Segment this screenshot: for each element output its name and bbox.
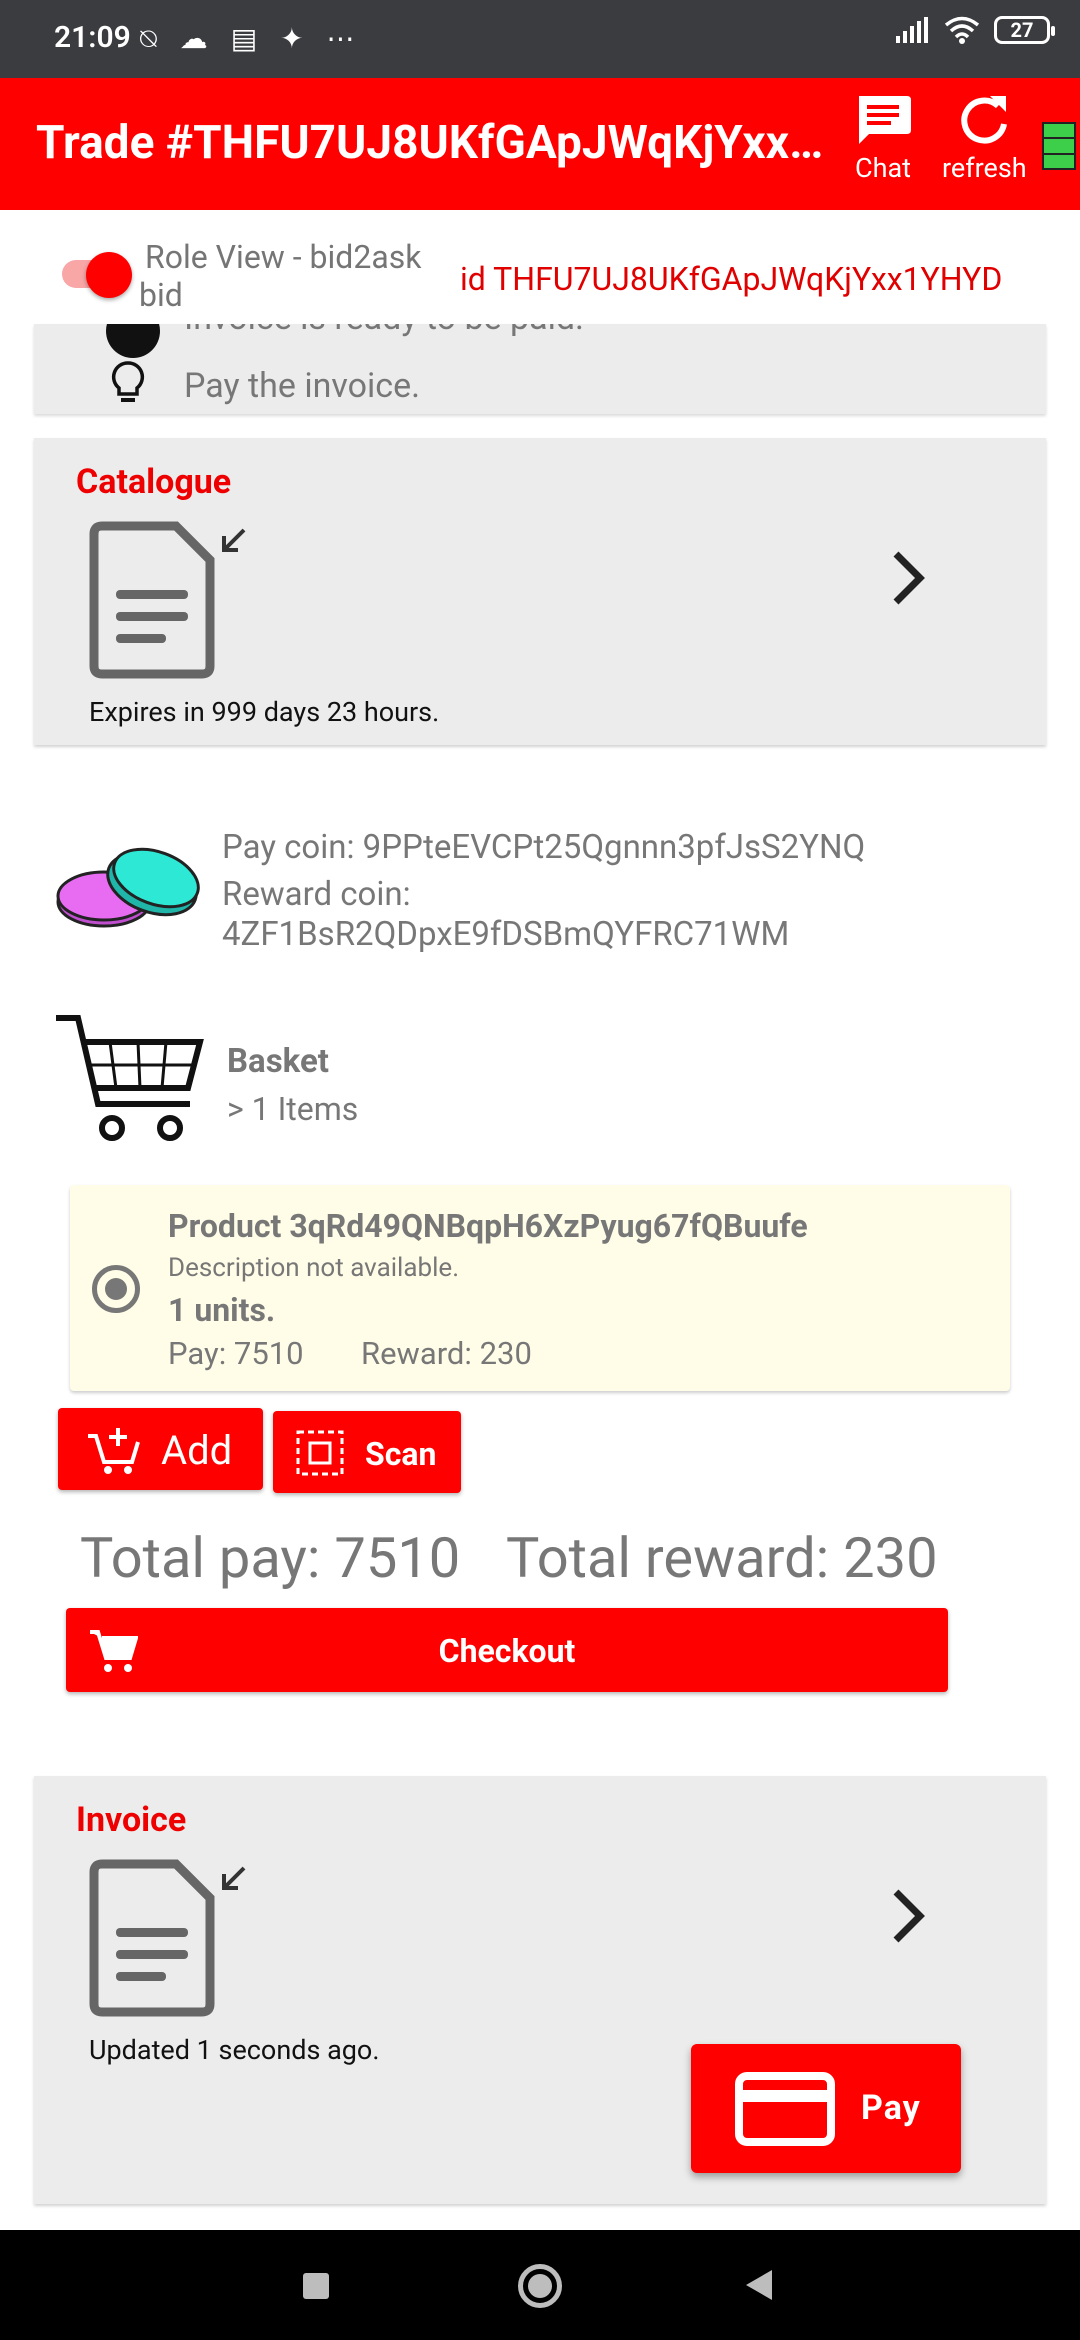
info-icon [106,324,160,358]
add-to-cart-icon [88,1428,140,1474]
document-icon [89,521,246,679]
checkout-label: Checkout [438,1632,576,1670]
lightbulb-icon [111,361,145,402]
invoice-updated: Updated 1 seconds ago. [89,2034,380,2066]
product-units: 1 units. [168,1291,276,1329]
refresh-button[interactable]: refresh [942,92,1027,184]
scan-button[interactable]: Scan [273,1411,461,1493]
product-name: Product 3qRd49QNBqpH6XzPyug67fQBuufe [168,1207,808,1245]
role-toggle-knob[interactable] [86,252,132,298]
item-radio[interactable] [92,1265,140,1313]
cell-signal-icon [896,17,928,43]
app-bar: Trade #THFU7UJ8UKfGApJWqKjYxx1YHYD Chat … [0,78,1080,210]
chat-button[interactable]: Chat [853,92,913,184]
notification-icons: ⍉ ☁ ▤ ✦ ⋯ [140,22,363,55]
refresh-icon [961,96,1008,144]
basket-count[interactable]: > 1 Items [227,1090,358,1128]
connection-indicator-icon [1042,122,1076,170]
scan-label: Scan [365,1435,437,1473]
product-reward: Reward: 230 [361,1335,532,1372]
back-icon[interactable] [746,2270,772,2300]
role-view-title: Role View - bid2ask [145,238,422,276]
add-button[interactable]: Add [58,1408,263,1490]
total-pay: Total pay: 7510 [80,1525,461,1591]
trade-status-text: Invoice is ready to be paid. [184,324,584,338]
page-title: Trade #THFU7UJ8UKfGApJWqKjYxx1YHYD [36,116,826,170]
total-reward: Total reward: 230 [506,1525,938,1591]
checkout-button[interactable]: Checkout [66,1608,948,1692]
role-view-row: Role View - bid2ask bid id THFU7UJ8UKfGA… [0,210,1080,324]
credit-card-icon [735,2072,835,2146]
wifi-icon [944,16,980,44]
pay-button[interactable]: Pay [691,2044,961,2173]
status-bar: 21:09 ⍉ ☁ ▤ ✦ ⋯ 27 [0,0,1080,78]
reward-coin-value: 4ZF1BsR2QDpxE9fDSBmQYFRC71WM [222,915,790,954]
recents-icon[interactable] [303,2273,329,2299]
chat-label: Chat [855,152,911,184]
reward-coin-label: Reward coin: [222,875,411,914]
system-indicators: 27 [894,16,1055,44]
shopping-cart-icon [56,1015,204,1141]
trade-id: id THFU7UJ8UKfGApJWqKjYxx1YHYD [460,260,1003,298]
battery-icon: 27 [994,16,1055,44]
status-time: 21:09 [54,20,131,55]
pay-coin: Pay coin: 9PPteEVCPt25Qgnnn3pfJsS2YNQ [222,828,866,867]
product-pay: Pay: 7510 [168,1335,304,1372]
catalogue-expiry: Expires in 999 days 23 hours. [89,696,440,728]
catalogue-card[interactable]: Catalogue Expires in 999 days 23 hours. [34,438,1046,745]
coins-icon [56,847,200,928]
chevron-right-icon[interactable] [888,548,928,608]
add-label: Add [161,1427,233,1474]
chat-icon [859,96,911,144]
home-icon[interactable] [518,2264,562,2308]
catalogue-title: Catalogue [76,462,232,502]
refresh-label: refresh [942,152,1027,184]
trade-hint-text: Pay the invoice. [184,366,421,406]
chevron-right-icon[interactable] [888,1886,928,1946]
trade-status-card: Invoice is ready to be paid. Pay the inv… [34,324,1046,414]
basket-item[interactable]: Product 3qRd49QNBqpH6XzPyug67fQBuufe Des… [70,1185,1010,1391]
pay-label: Pay [861,2088,921,2128]
document-icon [89,1859,246,2017]
product-description: Description not available. [168,1253,460,1283]
role-view-label: Role View - bid2ask bid [139,238,422,314]
system-nav-bar [0,2230,1080,2340]
role-view-value: bid [139,276,183,314]
basket-title: Basket [227,1042,329,1081]
invoice-title: Invoice [76,1800,187,1840]
scan-icon [296,1430,344,1476]
